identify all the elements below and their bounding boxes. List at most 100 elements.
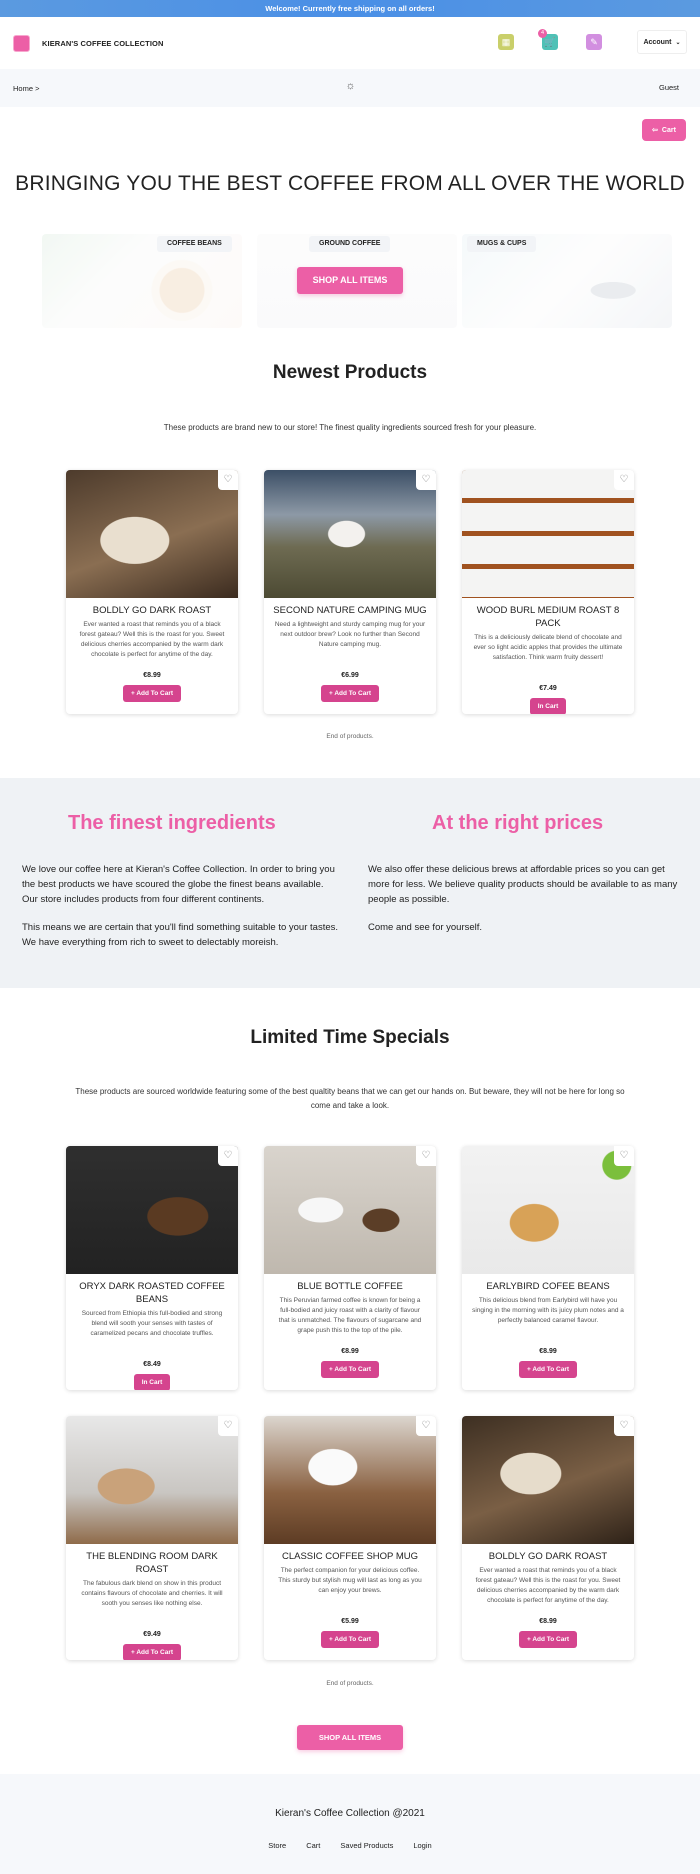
account-label: Account bbox=[643, 38, 672, 46]
cart-button[interactable]: ⇦ Cart bbox=[642, 119, 686, 141]
product-name[interactable]: BOLDLY GO DARK ROAST bbox=[66, 604, 238, 617]
product-price: €5.99 bbox=[341, 1618, 359, 1625]
add-to-cart-button[interactable]: + Add To Cart bbox=[518, 1361, 578, 1378]
cart-count-badge: 4 bbox=[538, 29, 547, 38]
product-name[interactable]: CLASSIC COFFEE SHOP MUG bbox=[264, 1550, 436, 1563]
add-to-cart-button[interactable]: + Add To Cart bbox=[122, 685, 182, 702]
add-to-cart-button[interactable]: + Add To Cart bbox=[518, 1631, 578, 1648]
product-card[interactable]: ♡ THE BLENDING ROOM DARK ROAST The fabul… bbox=[66, 1416, 238, 1660]
right-prices-title: At the right prices bbox=[432, 812, 604, 834]
product-description: Ever wanted a roast that reminds you of … bbox=[79, 621, 225, 658]
finest-ingredients-text: We love our coffee here at Kieran's Coff… bbox=[22, 864, 335, 905]
theme-toggle-icon[interactable]: ☼ bbox=[344, 80, 357, 93]
limited-specials-title: Limited Time Specials bbox=[250, 1027, 450, 1048]
product-card[interactable]: ♡ ORYX DARK ROASTED COFFEE BEANS Sourced… bbox=[66, 1146, 238, 1390]
product-price: €8.99 bbox=[539, 1618, 557, 1625]
product-image[interactable]: ♡ bbox=[462, 470, 634, 598]
add-to-cart-button[interactable]: + Add To Cart bbox=[320, 685, 380, 702]
product-card[interactable]: ♡ BOLDLY GO DARK ROAST Ever wanted a roa… bbox=[462, 1416, 634, 1660]
category-ground-coffee[interactable]: GROUND COFFEE bbox=[309, 236, 391, 252]
footer: Kieran's Coffee Collection @2021 Store C… bbox=[0, 1774, 700, 1874]
product-name[interactable]: EARLYBIRD COFEE BEANS bbox=[462, 1280, 634, 1293]
logo-icon[interactable] bbox=[13, 34, 30, 52]
right-prices-text: We also offer these delicious brews at a… bbox=[368, 864, 678, 905]
product-name[interactable]: BLUE BOTTLE COFFEE bbox=[264, 1280, 436, 1293]
add-to-cart-button[interactable]: + Add To Cart bbox=[122, 1644, 182, 1660]
product-image[interactable]: ♡ bbox=[66, 1416, 238, 1544]
product-price: €8.49 bbox=[143, 1361, 161, 1368]
footer-links: Store Cart Saved Products Login bbox=[0, 1841, 700, 1850]
product-image[interactable]: ♡ bbox=[462, 1146, 634, 1274]
user-status: Guest bbox=[658, 83, 679, 92]
product-name[interactable]: BOLDLY GO DARK ROAST bbox=[462, 1550, 634, 1563]
breadcrumb-bar: Home > ☼ Guest bbox=[0, 69, 700, 107]
heart-icon[interactable]: ♡ bbox=[614, 1416, 634, 1436]
footer-link-saved-products[interactable]: Saved Products bbox=[340, 1841, 393, 1850]
breadcrumb[interactable]: Home > bbox=[13, 84, 39, 93]
newest-products-subtitle: These products are brand new to our stor… bbox=[163, 423, 537, 432]
add-to-cart-button[interactable]: + Add To Cart bbox=[320, 1361, 380, 1378]
cart-icon[interactable]: 🛒 4 bbox=[538, 29, 558, 50]
product-name[interactable]: ORYX DARK ROASTED COFFEE BEANS bbox=[66, 1280, 238, 1306]
brand-name[interactable]: KIERAN'S COFFEE COLLECTION bbox=[42, 39, 163, 48]
product-card[interactable]: ♡ BLUE BOTTLE COFFEE This Peruvian farme… bbox=[264, 1146, 436, 1390]
product-price: €9.49 bbox=[143, 1631, 161, 1638]
product-name[interactable]: WOOD BURL MEDIUM ROAST 8 PACK bbox=[462, 604, 634, 630]
product-image[interactable]: ♡ bbox=[264, 1416, 436, 1544]
shop-all-button[interactable]: SHOP ALL ITEMS bbox=[297, 1725, 403, 1750]
product-card[interactable]: ♡ SECOND NATURE CAMPING MUG Need a light… bbox=[264, 470, 436, 714]
product-image[interactable]: ♡ bbox=[264, 470, 436, 598]
product-image[interactable]: ♡ bbox=[264, 1146, 436, 1274]
finest-ingredients-title: The finest ingredients bbox=[68, 812, 276, 834]
category-mugs-cups[interactable]: MUGS & CUPS bbox=[467, 236, 537, 252]
footer-link-cart[interactable]: Cart bbox=[306, 1841, 320, 1850]
saved-products-icon[interactable]: ✎ bbox=[586, 34, 602, 50]
heart-icon[interactable]: ♡ bbox=[218, 1146, 238, 1166]
top-navbar: KIERAN'S COFFEE COLLECTION ▦ 🛒 4 ✎ Accoun… bbox=[0, 17, 700, 69]
limited-specials-subtitle: These products are sourced worldwide fea… bbox=[75, 1087, 625, 1110]
heart-icon[interactable]: ♡ bbox=[218, 1416, 238, 1436]
heart-icon[interactable]: ♡ bbox=[416, 1416, 436, 1436]
heart-icon[interactable]: ♡ bbox=[416, 1146, 436, 1166]
product-name[interactable]: THE BLENDING ROOM DARK ROAST bbox=[66, 1550, 238, 1576]
heart-icon[interactable]: ♡ bbox=[416, 470, 436, 490]
add-to-cart-button[interactable]: + Add To Cart bbox=[320, 1631, 380, 1648]
product-price: €6.99 bbox=[341, 672, 359, 679]
product-price: €8.99 bbox=[539, 1348, 557, 1355]
product-price: €7.49 bbox=[539, 685, 557, 692]
product-description: This is a deliciously delicate blend of … bbox=[473, 634, 623, 661]
product-description: Ever wanted a roast that reminds you of … bbox=[475, 1567, 621, 1604]
product-name[interactable]: SECOND NATURE CAMPING MUG bbox=[264, 604, 436, 617]
footer-link-store[interactable]: Store bbox=[268, 1841, 286, 1850]
store-icon[interactable]: ▦ bbox=[498, 34, 514, 50]
product-card[interactable]: ♡ EARLYBIRD COFEE BEANS This delicious b… bbox=[462, 1146, 634, 1390]
footer-link-login[interactable]: Login bbox=[413, 1841, 431, 1850]
heart-icon[interactable]: ♡ bbox=[218, 470, 238, 490]
product-image[interactable]: ♡ bbox=[66, 1146, 238, 1274]
hero-title: BRINGING YOU THE BEST COFFEE FROM ALL OV… bbox=[15, 172, 685, 195]
add-to-cart-button[interactable]: In Cart bbox=[133, 1374, 171, 1390]
product-description: The perfect companion for your delicious… bbox=[278, 1567, 422, 1594]
info-section: The finest ingredients We love our coffe… bbox=[0, 778, 700, 988]
product-description: Need a lightweight and sturdy camping mu… bbox=[274, 621, 426, 648]
heart-icon[interactable]: ♡ bbox=[614, 470, 634, 490]
end-of-products: End of products. bbox=[326, 733, 374, 740]
product-description: Sourced from Ethiopia this full-bodied a… bbox=[81, 1310, 223, 1337]
product-price: €8.99 bbox=[341, 1348, 359, 1355]
product-image[interactable]: ♡ bbox=[462, 1416, 634, 1544]
product-image[interactable]: ♡ bbox=[66, 470, 238, 598]
cart-icon: ⇦ bbox=[652, 127, 658, 134]
heart-icon[interactable]: ♡ bbox=[614, 1146, 634, 1166]
add-to-cart-button[interactable]: In Cart bbox=[529, 698, 567, 714]
cart-button-label: Cart bbox=[661, 126, 676, 134]
product-description: The fabulous dark blend on show in this … bbox=[81, 1580, 223, 1607]
shop-all-button[interactable]: SHOP ALL ITEMS bbox=[297, 267, 403, 294]
product-card[interactable]: ♡ WOOD BURL MEDIUM ROAST 8 PACK This is … bbox=[462, 470, 634, 714]
account-dropdown[interactable]: Account ⌄ bbox=[637, 30, 687, 54]
category-coffee-beans[interactable]: COFFEE BEANS bbox=[157, 236, 232, 252]
product-card[interactable]: ♡ BOLDLY GO DARK ROAST Ever wanted a roa… bbox=[66, 470, 238, 714]
right-prices-text-2: Come and see for yourself. bbox=[368, 922, 483, 933]
product-card[interactable]: ♡ CLASSIC COFFEE SHOP MUG The perfect co… bbox=[264, 1416, 436, 1660]
product-price: €8.99 bbox=[143, 672, 161, 679]
newest-products-title: Newest Products bbox=[272, 362, 428, 383]
